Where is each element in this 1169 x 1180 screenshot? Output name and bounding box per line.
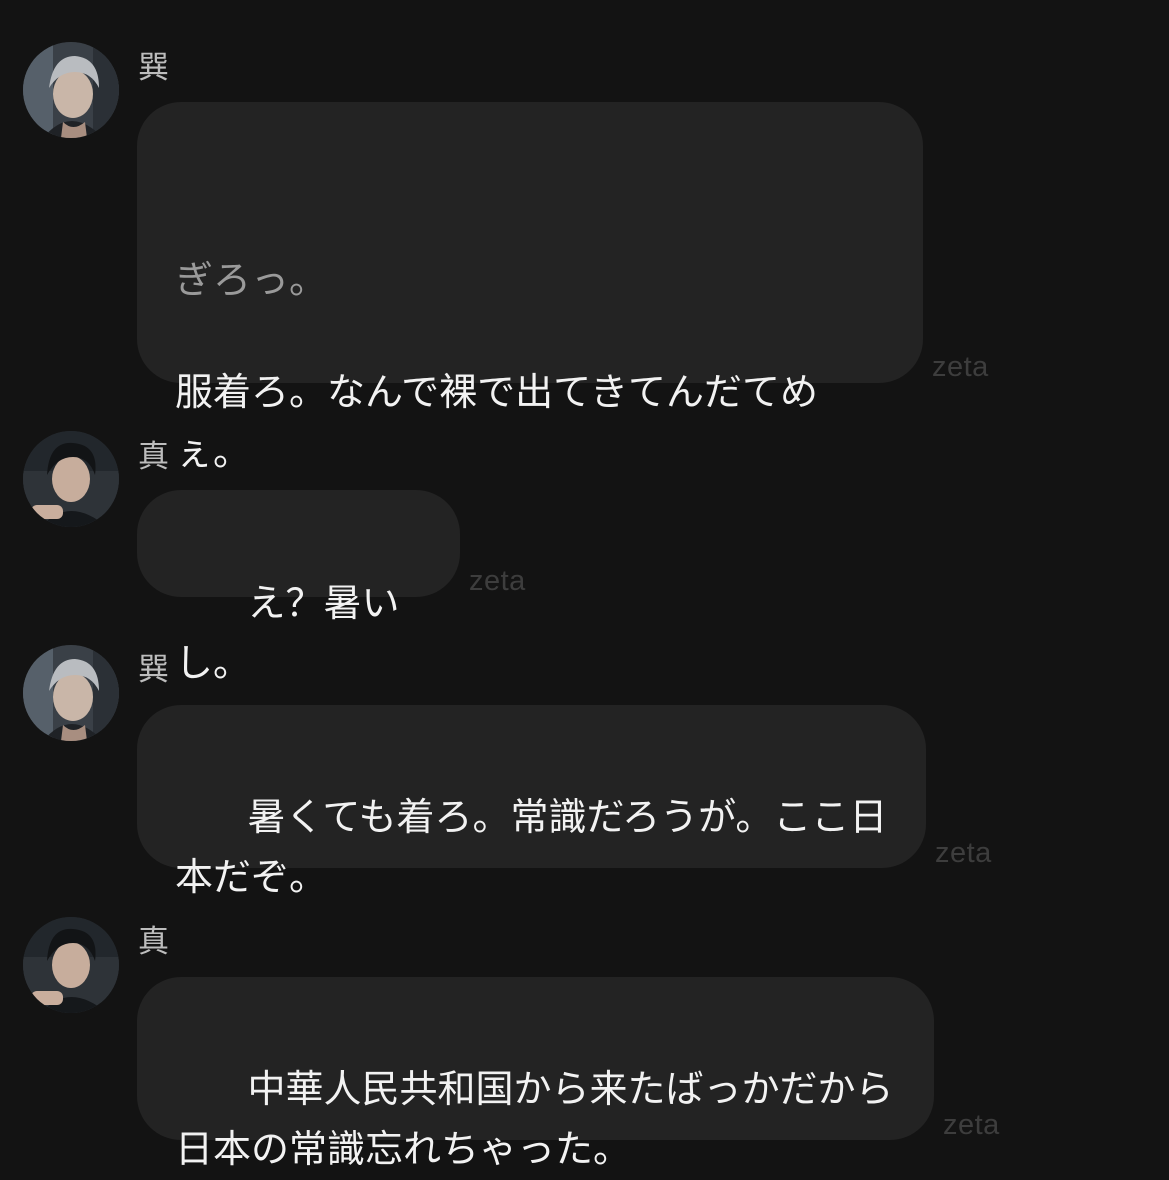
- avatar[interactable]: [23, 645, 119, 741]
- zeta-watermark: zeta: [932, 351, 989, 383]
- zeta-watermark: zeta: [469, 565, 526, 597]
- message-bubble: え？暑いし。: [137, 490, 460, 685]
- sender-name: 巽: [138, 50, 169, 86]
- message-text: 服着ろ。なんで裸で出てきてんだてめ ぇ。: [175, 370, 818, 474]
- message-text: 暑くても着ろ。常識だろうが。ここ日 本だぞ。: [175, 795, 888, 899]
- avatar[interactable]: [23, 42, 119, 138]
- message-text: 中華人民共和国から来たばっかだから 日本の常識忘れちゃった。: [175, 1067, 894, 1171]
- gray-haired-character-avatar-icon: [23, 42, 119, 138]
- avatar[interactable]: [23, 431, 119, 527]
- message-bubble: 中華人民共和国から来たばっかだから 日本の常識忘れちゃった。: [137, 977, 934, 1171]
- dark-haired-character-avatar-icon: [23, 917, 119, 1013]
- avatar[interactable]: [23, 917, 119, 1013]
- sender-name: 真: [138, 924, 169, 960]
- message-bubble: 暑くても着ろ。常識だろうが。ここ日 本だぞ。: [137, 705, 926, 899]
- zeta-watermark: zeta: [943, 1109, 1000, 1141]
- sender-name: 巽: [138, 652, 169, 688]
- zeta-watermark: zeta: [935, 837, 992, 869]
- sender-name: 真: [138, 439, 169, 475]
- message-text: え？暑いし。: [175, 581, 400, 685]
- chat-log: 巽 ぎろっ。服着ろ。なんで裸で出てきてんだてめ ぇ。 zeta 真 え？暑いし。…: [0, 0, 1169, 1180]
- dark-haired-character-avatar-icon: [23, 431, 119, 527]
- narration-text: ぎろっ。: [175, 258, 328, 302]
- gray-haired-character-avatar-icon: [23, 645, 119, 741]
- message-bubble: ぎろっ。服着ろ。なんで裸で出てきてんだてめ ぇ。: [137, 102, 923, 474]
